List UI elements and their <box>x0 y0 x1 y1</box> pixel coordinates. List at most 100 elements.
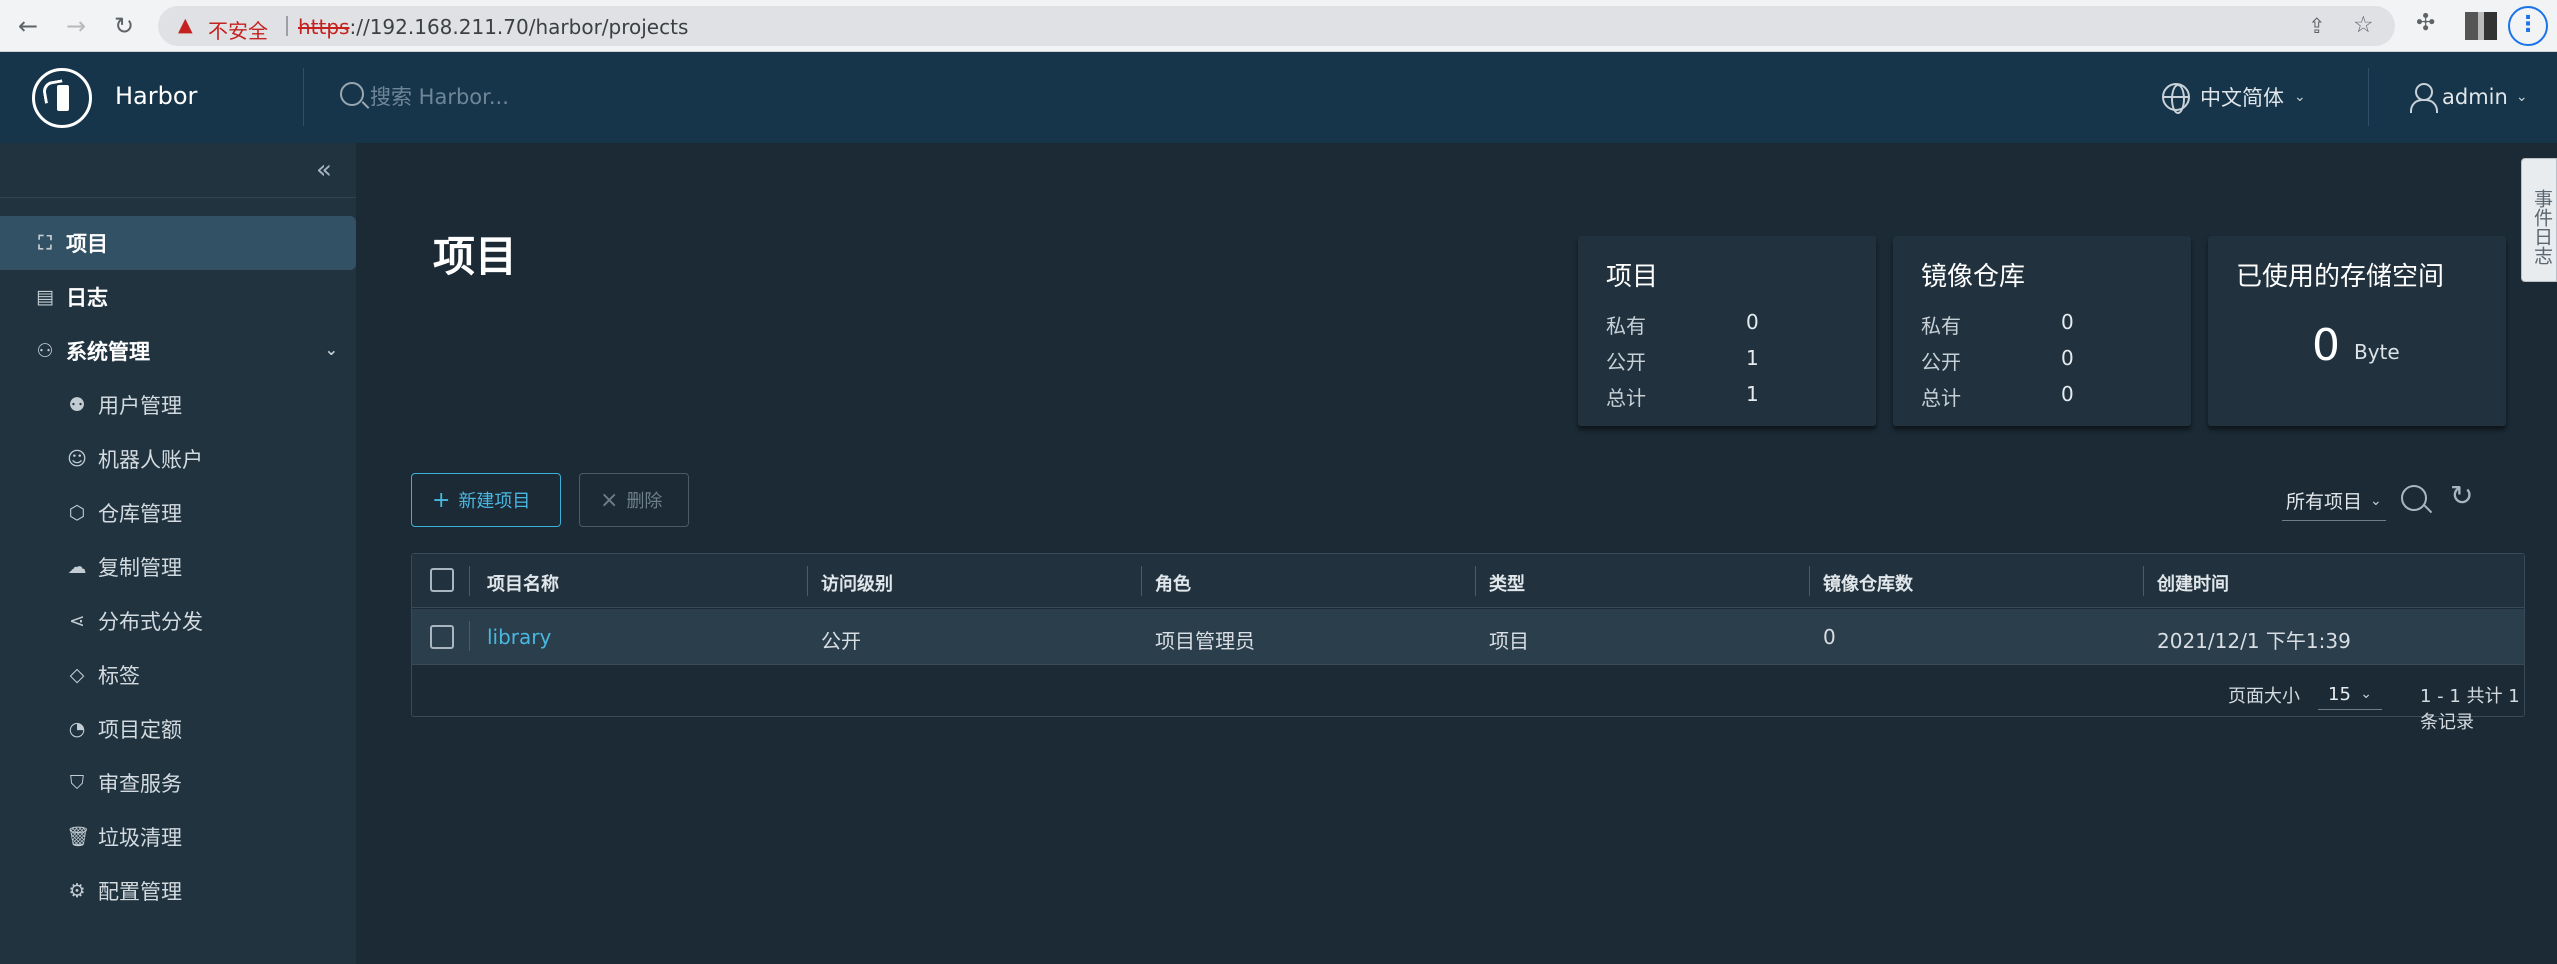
sidebar-item-label: 仓库管理 <box>98 502 182 526</box>
column-header[interactable]: 角色 <box>1155 570 1191 596</box>
sidebar-item-interrogation-services[interactable]: ⛉ 审查服务 <box>0 756 356 810</box>
language-selector[interactable]: 中文简体 ⌄ <box>2162 80 2306 114</box>
sidebar-item-label: 分布式分发 <box>98 610 203 634</box>
sidebar-item-configuration[interactable]: ⚙ 配置管理 <box>0 864 356 918</box>
forward-button[interactable]: → <box>60 10 92 42</box>
main-content: 项目 项目 私有 0 公开 1 总计 1 镜像仓库 私有 0 公开 0 总计 0… <box>356 143 2557 964</box>
card-row-label: 总计 <box>1921 386 1961 410</box>
storage-unit: Byte <box>2354 340 2400 364</box>
divider <box>2368 68 2369 126</box>
sidebar-item-quotas[interactable]: ◔ 项目定额 <box>0 702 356 756</box>
sidebar-item-admin[interactable]: ⚇ 系统管理 ⌄ <box>0 324 356 378</box>
page-title: 项目 <box>433 232 518 281</box>
event-log-tab[interactable]: 事件日志 <box>2521 158 2557 282</box>
url-text: https://192.168.211.70/harbor/projects <box>298 15 689 39</box>
chevron-down-icon: ⌄ <box>2294 89 2306 105</box>
sidebar-item-labels[interactable]: ◇ 标签 <box>0 648 356 702</box>
sidebar-item-logs[interactable]: ▤ 日志 <box>0 270 356 324</box>
gear-icon: ⚙ <box>68 880 86 902</box>
sidebar-item-label: 审查服务 <box>98 772 182 796</box>
user-icon <box>2410 83 2438 113</box>
sidebar-item-label: 项目 <box>66 232 108 256</box>
select-all-checkbox[interactable] <box>430 568 454 592</box>
divider <box>1809 566 1810 596</box>
sidebar-item-users[interactable]: ⚉ 用户管理 <box>0 378 356 432</box>
chevron-down-icon: ⌄ <box>324 340 338 359</box>
harbor-logo-icon[interactable] <box>32 68 92 128</box>
card-title: 项目 <box>1606 262 1659 292</box>
project-name-link[interactable]: library <box>487 625 551 649</box>
sidebar: « ⛶ 项目 ▤ 日志 ⚇ 系统管理 ⌄ ⚉ 用户管理 ☺ 机器人账户 ⬡ 仓库… <box>0 143 356 964</box>
projects-icon: ⛶ <box>38 232 52 254</box>
sidebar-item-label: 配置管理 <box>98 880 182 904</box>
table-row[interactable]: library 公开 项目管理员 项目 0 2021/12/1 下午1:39 <box>412 609 2524 665</box>
divider <box>1141 566 1142 596</box>
global-search-input[interactable] <box>370 80 770 114</box>
button-label: 新建项目 <box>458 491 531 512</box>
address-bar[interactable]: ▲ 不安全 https://192.168.211.70/harbor/proj… <box>158 6 2395 46</box>
sidebar-item-robot-accounts[interactable]: ☺ 机器人账户 <box>0 432 356 486</box>
column-header[interactable]: 镜像仓库数 <box>1823 570 1913 596</box>
storage-value: 0 <box>2312 320 2340 371</box>
collapse-sidebar-icon[interactable]: « <box>316 155 332 185</box>
card-row-label: 公开 <box>1921 350 1961 374</box>
share-icon[interactable]: ⇪ <box>2308 14 2326 38</box>
globe-icon <box>2162 83 2190 114</box>
card-row-value: 1 <box>1746 382 1759 406</box>
column-header[interactable]: 访问级别 <box>821 570 893 596</box>
divider <box>2143 566 2144 596</box>
sidebar-item-label: 复制管理 <box>98 556 182 580</box>
reload-button[interactable]: ↻ <box>108 10 140 42</box>
page-size-value: 15 <box>2328 684 2351 705</box>
browser-menu-icon[interactable]: ⋮ <box>2508 6 2548 46</box>
divider <box>303 68 304 126</box>
sidebar-item-garbage-collection[interactable]: 🗑 垃圾清理 <box>0 810 356 864</box>
card-row-label: 公开 <box>1606 350 1646 374</box>
logs-icon: ▤ <box>36 286 54 308</box>
card-row-value: 0 <box>2061 310 2074 334</box>
sidebar-item-label: 用户管理 <box>98 394 182 418</box>
trash-icon: 🗑 <box>66 826 91 848</box>
page-size-select[interactable]: 15 ⌄ <box>2318 676 2382 710</box>
table-footer: 页面大小 15 ⌄ 1 - 1 共计 1 条记录 <box>412 666 2524 733</box>
repo-count: 0 <box>1823 625 1836 649</box>
refresh-icon[interactable]: ↻ <box>2450 479 2473 512</box>
project-filter-select[interactable]: 所有项目 ⌄ <box>2282 481 2386 521</box>
card-row-label: 私有 <box>1921 314 1961 338</box>
app-header: Harbor 中文简体 ⌄ admin ⌄ <box>0 52 2557 143</box>
delete-button[interactable]: × 删除 <box>579 473 689 527</box>
quota-icon: ◔ <box>68 718 86 740</box>
column-header[interactable]: 创建时间 <box>2157 570 2229 596</box>
sidebar-item-projects[interactable]: ⛶ 项目 <box>0 216 356 270</box>
brand-name[interactable]: Harbor <box>115 82 197 110</box>
sidebar-item-replications[interactable]: ☁ 复制管理 <box>0 540 356 594</box>
role: 项目管理员 <box>1155 629 1255 653</box>
sidebar-item-registries[interactable]: ⬡ 仓库管理 <box>0 486 356 540</box>
card-row-value: 0 <box>2061 346 2074 370</box>
replication-icon: ☁ <box>67 556 87 578</box>
profile-avatar[interactable] <box>2465 12 2497 40</box>
back-button[interactable]: ← <box>12 10 44 42</box>
sidebar-item-label: 垃圾清理 <box>98 826 182 850</box>
column-header[interactable]: 类型 <box>1489 570 1525 596</box>
divider <box>469 566 470 596</box>
row-checkbox[interactable] <box>430 625 454 649</box>
divider <box>469 621 470 651</box>
close-icon: × <box>600 487 619 513</box>
new-project-button[interactable]: + 新建项目 <box>411 473 561 527</box>
sidebar-item-label: 标签 <box>98 664 140 688</box>
sidebar-item-label: 机器人账户 <box>98 448 203 472</box>
plus-icon: + <box>432 487 451 513</box>
column-header[interactable]: 项目名称 <box>487 570 559 596</box>
card-row-value: 1 <box>1746 346 1759 370</box>
bookmark-star-icon[interactable]: ☆ <box>2353 12 2374 38</box>
tag-icon: ◇ <box>69 664 85 686</box>
search-icon[interactable] <box>2401 485 2427 511</box>
button-label: 删除 <box>626 491 663 512</box>
extensions-icon[interactable]: ✣ <box>2416 10 2435 36</box>
sidebar-item-distributions[interactable]: ⋖ 分布式分发 <box>0 594 356 648</box>
projects-table: 项目名称 访问级别 角色 类型 镜像仓库数 创建时间 library 公开 项目… <box>411 553 2525 733</box>
sidebar-item-label: 项目定额 <box>98 718 182 742</box>
user-menu[interactable]: admin ⌄ <box>2410 80 2528 114</box>
card-row-value: 0 <box>2061 382 2074 406</box>
